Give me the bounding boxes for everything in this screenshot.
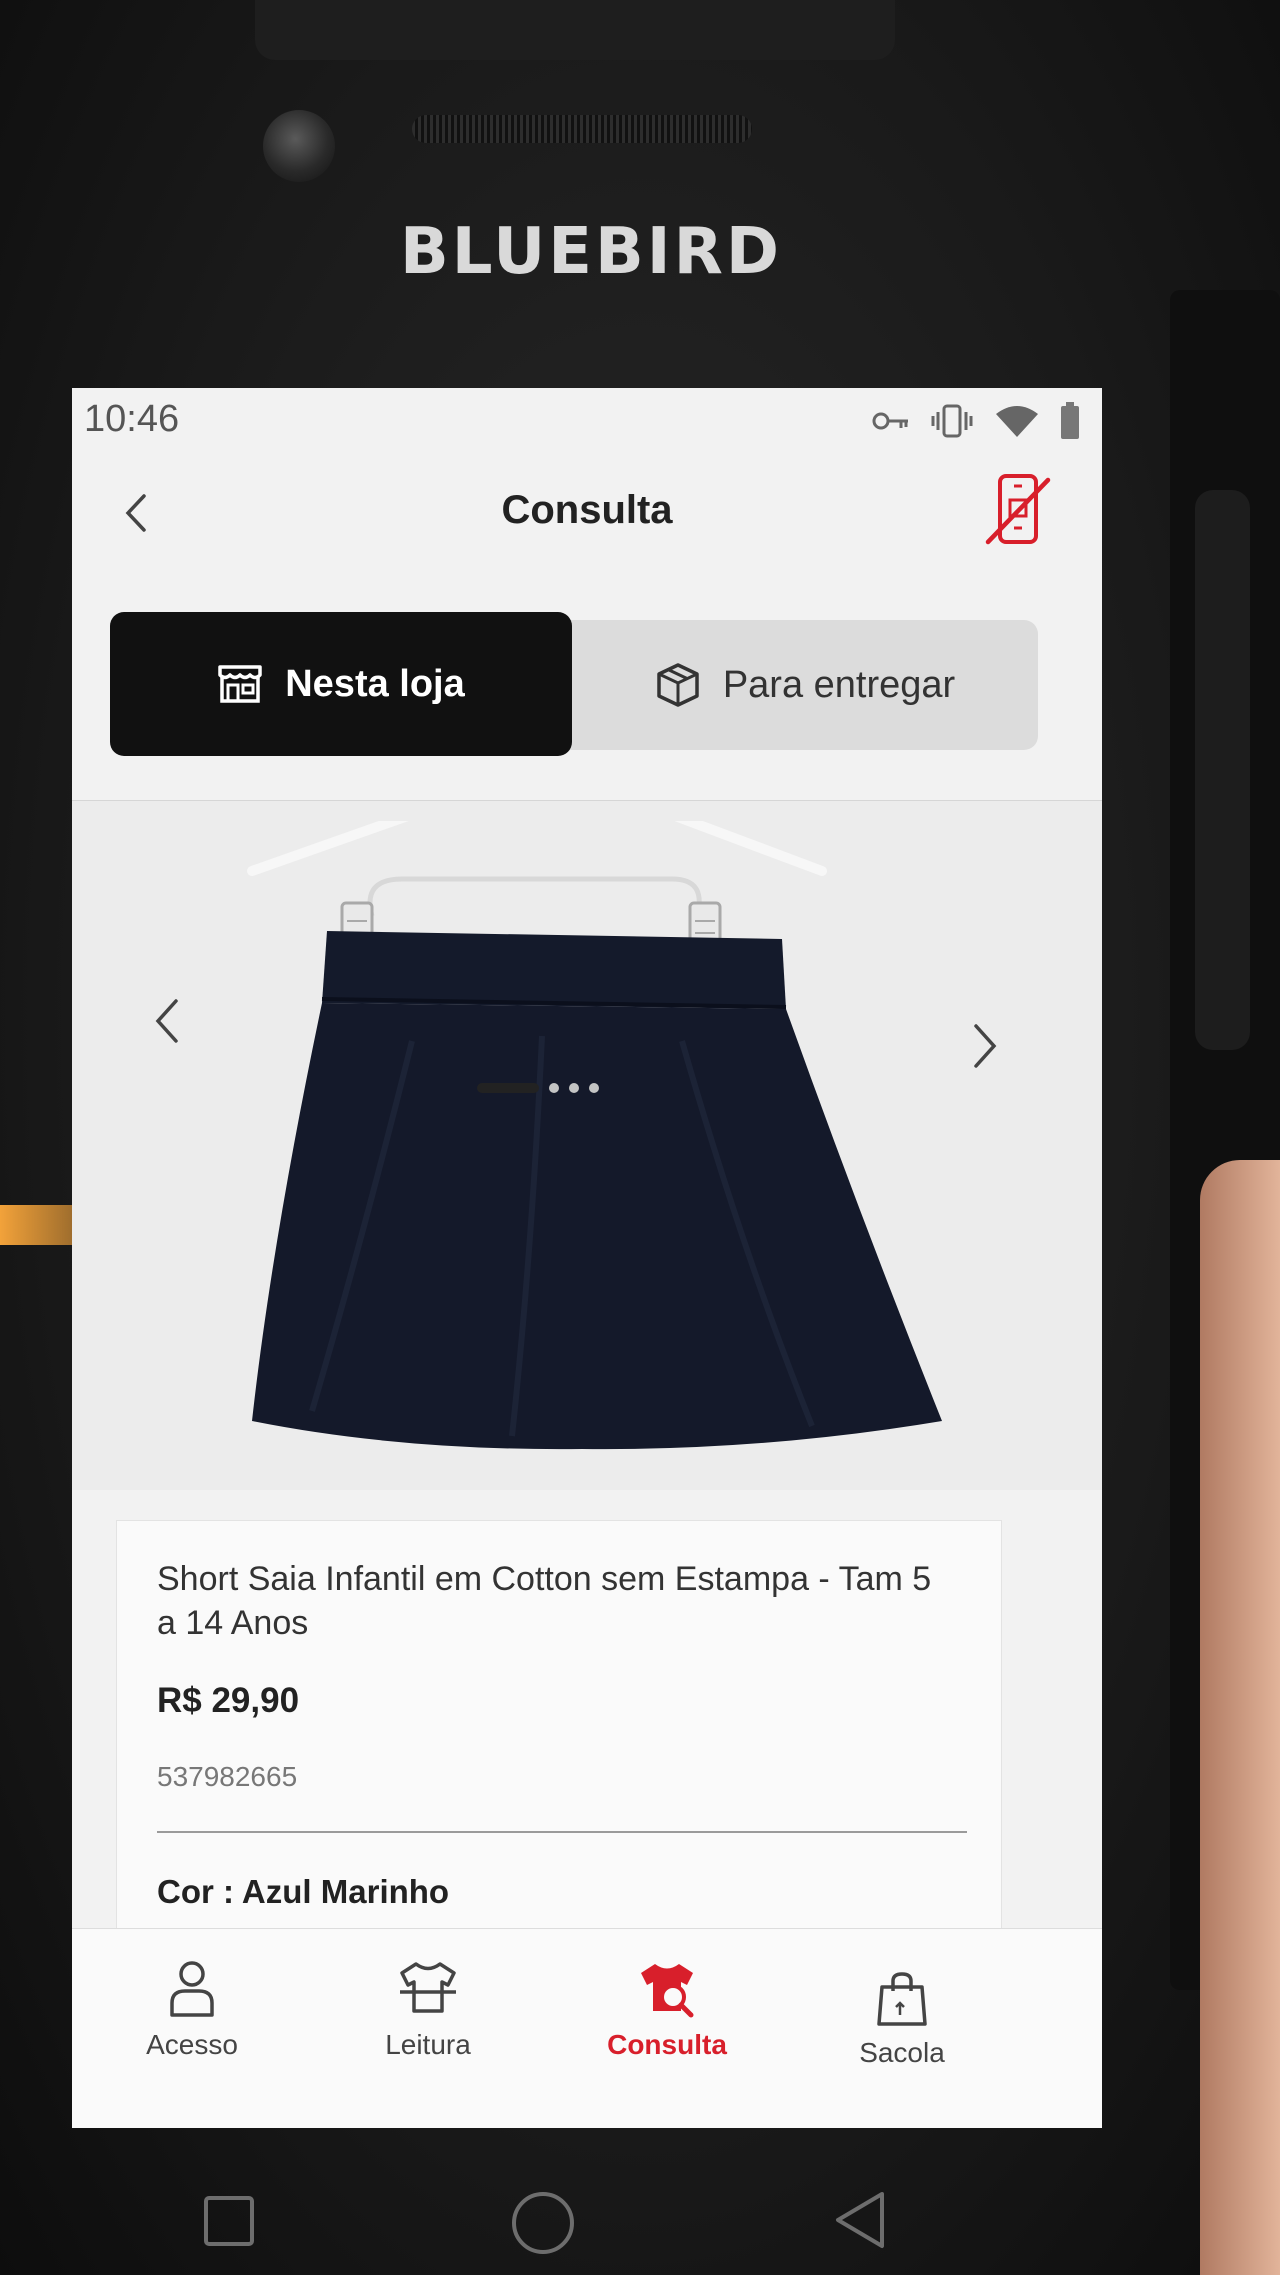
chevron-right-icon[interactable] [960, 1016, 1010, 1076]
vibrate-icon [931, 404, 973, 438]
nav-label: Acesso [146, 2029, 238, 2060]
carousel-dot[interactable] [569, 1083, 579, 1093]
product-sku: 537982665 [157, 1761, 298, 1792]
tshirt-scan-icon [400, 1962, 456, 2013]
nav-item-leitura[interactable]: Leitura [328, 1959, 528, 2061]
front-camera [263, 110, 335, 182]
carousel-dot[interactable] [589, 1083, 599, 1093]
nav-label: Sacola [859, 2037, 945, 2068]
earpiece-speaker [412, 115, 752, 143]
device-brand-label: BLUEBIRD [400, 215, 782, 289]
tab-nesta-loja[interactable]: Nesta loja [110, 612, 572, 756]
tab-para-entregar[interactable]: Para entregar [572, 620, 1038, 750]
user-icon [170, 1961, 214, 2017]
back-triangle-icon[interactable] [832, 2190, 888, 2250]
carousel-dot[interactable] [549, 1083, 559, 1093]
box-icon [657, 663, 699, 707]
tab-label: Nesta loja [285, 662, 465, 705]
store-icon [218, 665, 262, 703]
device-top-bar [255, 0, 895, 60]
home-icon[interactable] [510, 2190, 576, 2256]
holding-finger [1200, 1160, 1280, 2275]
product-color: Cor : Azul Marinho [157, 1873, 450, 1910]
device-side-button [1195, 490, 1250, 1050]
wifi-icon [996, 406, 1038, 437]
status-icons [872, 402, 1080, 440]
chevron-left-icon[interactable] [142, 991, 192, 1051]
status-time: 10:46 [84, 398, 180, 440]
product-image [247, 821, 942, 1450]
battery-icon [1061, 402, 1079, 439]
product-image-carousel[interactable] [72, 800, 1102, 1490]
nav-item-consulta[interactable]: Consulta [567, 1959, 767, 2061]
product-name: Short Saia Infantil em Cotton sem Estamp… [157, 1560, 932, 1642]
bottom-navigation: Acesso Leitura Consulta Sacola [72, 1928, 1102, 2128]
nav-label: Leitura [385, 2029, 471, 2060]
page-title: Consulta [501, 488, 673, 532]
carousel-dot-active[interactable] [477, 1083, 539, 1093]
tab-label: Para entregar [722, 663, 956, 706]
nav-item-sacola[interactable]: Sacola [802, 1971, 1002, 2069]
nav-item-acesso[interactable]: Acesso [92, 1959, 292, 2061]
carousel-indicator [477, 1083, 599, 1093]
key-icon [872, 412, 908, 430]
fulfillment-tabs: Nesta loja Para entregar [110, 612, 1038, 756]
divider [157, 1831, 967, 1833]
nav-label: Consulta [607, 2029, 727, 2060]
shopping-bag-icon [877, 1972, 927, 2026]
app-screen: 10:46 Consulta Nesta loja Para entregar … [72, 388, 1102, 2128]
product-card: Short Saia Infantil em Cotton sem Estamp… [116, 1520, 1002, 1940]
app-header: Consulta [72, 458, 1102, 568]
tshirt-search-icon [641, 1964, 694, 2018]
status-bar: 10:46 [72, 388, 1102, 448]
scanner-off-icon[interactable] [984, 470, 1054, 550]
product-price: R$ 29,90 [157, 1681, 300, 1720]
device-frame: BLUEBIRD 10:46 Consulta Nesta loja Para … [0, 0, 1280, 2275]
system-navigation-keys [0, 2170, 1280, 2275]
recent-apps-icon[interactable] [203, 2195, 255, 2247]
